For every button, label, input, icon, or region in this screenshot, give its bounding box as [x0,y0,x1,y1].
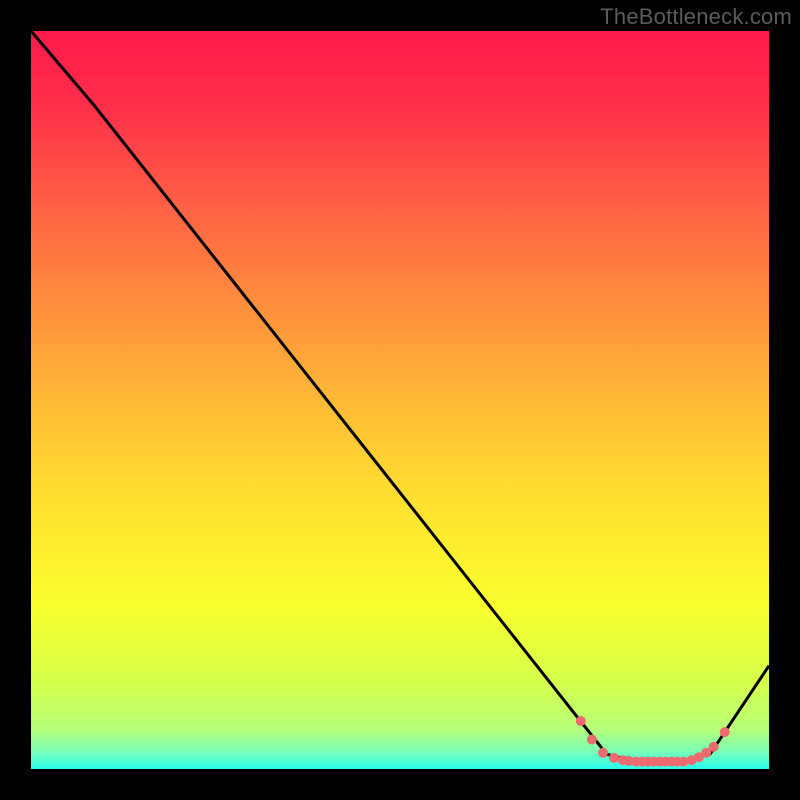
data-marker [709,742,719,752]
data-marker [576,716,586,726]
watermark-text: TheBottleneck.com [600,4,792,30]
chart-frame: TheBottleneck.com [0,0,800,800]
data-marker [609,753,619,763]
chart-canvas [0,0,800,800]
data-marker [720,727,730,737]
plot-background [31,31,769,769]
data-marker [587,735,597,745]
data-marker [598,748,608,758]
